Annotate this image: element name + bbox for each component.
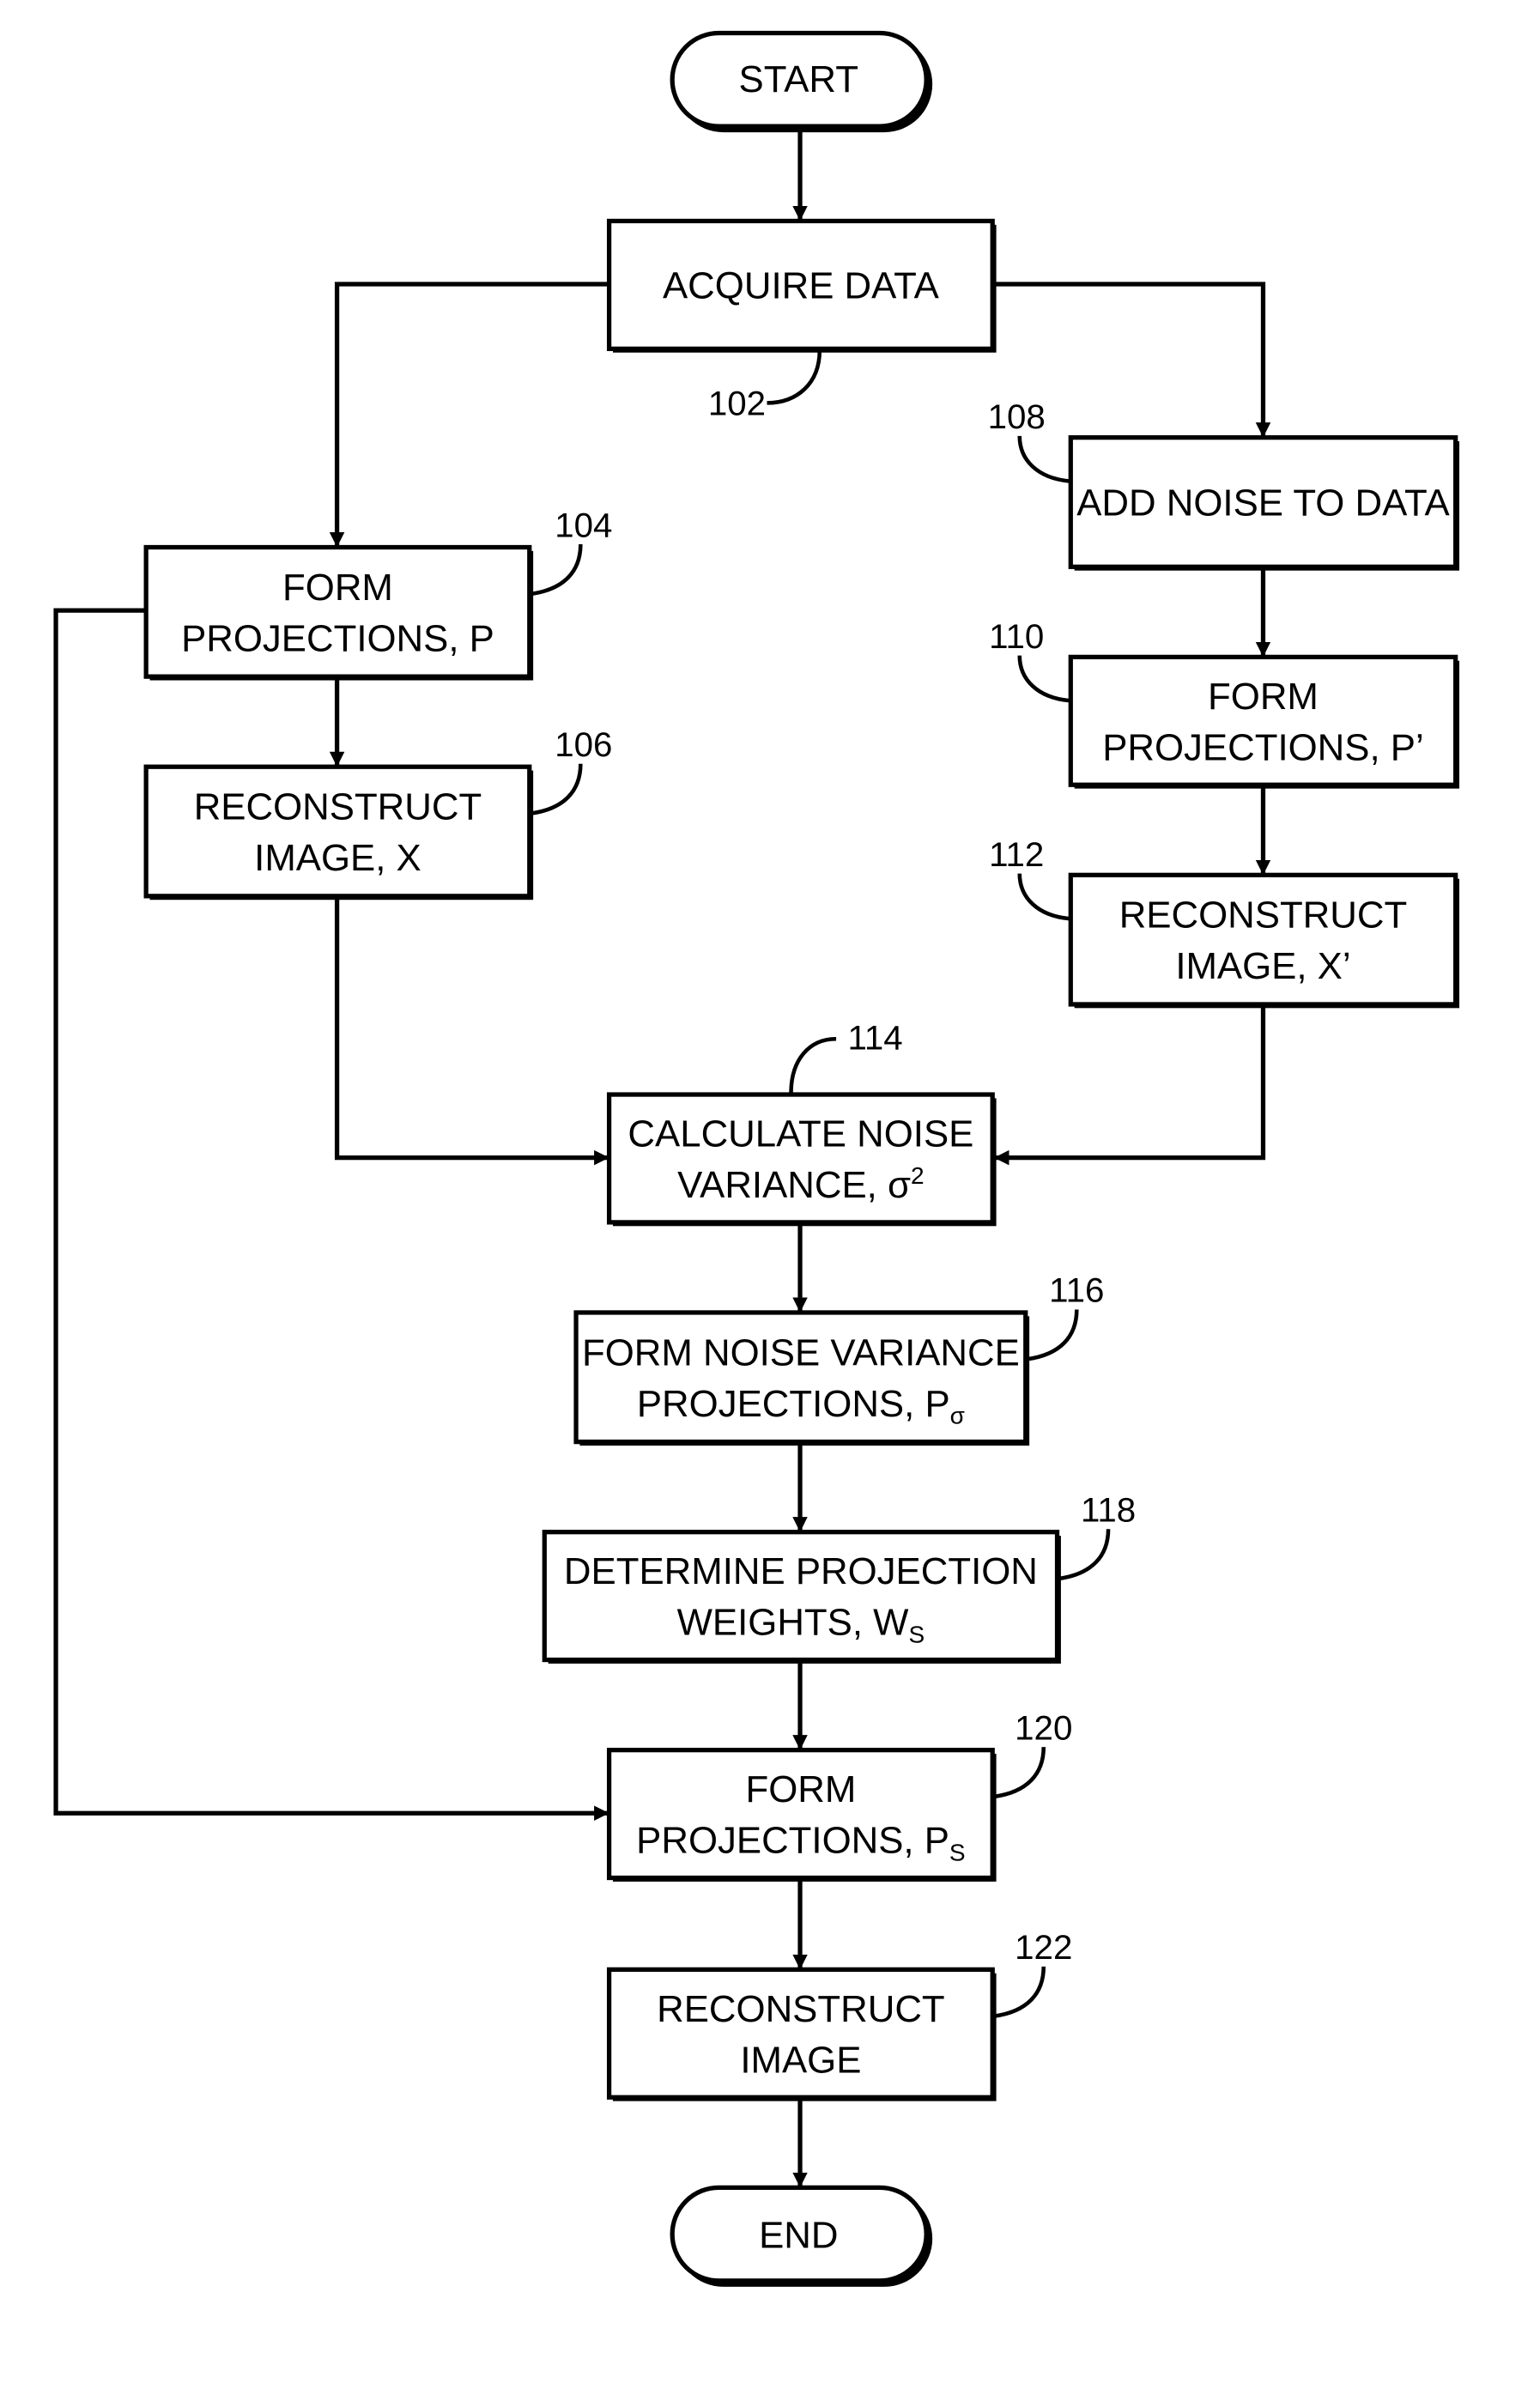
step-label-line: IMAGE, X’ [1175, 945, 1350, 987]
reference-numeral: 112 [989, 835, 1044, 874]
step-label-line: ADD NOISE TO DATA [1076, 482, 1450, 525]
step-label-line: IMAGE, X [254, 837, 421, 879]
step-108: ADD NOISE TO DATA 108 [988, 397, 1460, 571]
step-label-line: IMAGE [740, 2039, 861, 2081]
reference-numeral: 118 [1081, 1490, 1136, 1529]
step-label-line: FORM [282, 567, 393, 609]
reference-leader-line [531, 543, 583, 597]
arrow-106-to-114 [334, 897, 609, 1166]
arrow-112-to-114 [993, 1005, 1266, 1166]
step-102: ACQUIRE DATA 102 [606, 218, 997, 422]
reference-numeral: 108 [988, 397, 1046, 436]
step-label-line: ACQUIRE DATA [663, 265, 940, 307]
reference-leader-line [1058, 1529, 1111, 1581]
reference-numeral: 106 [555, 725, 612, 764]
step-label-line: WEIGHTS, WS [677, 1602, 925, 1648]
steps: ACQUIRE DATA 102 FORM PROJECTIONS, P 104 RECO… [143, 218, 1460, 2101]
step-120: FORM PROJECTIONS, PS 120 [606, 1708, 1072, 1882]
step-label-line: RECONSTRUCT [657, 1988, 945, 2030]
subscript: S [908, 1621, 925, 1647]
reference-leader-line [993, 1747, 1046, 1799]
reference-leader-line [767, 350, 822, 405]
step-122: RECONSTRUCT IMAGE 122 [606, 1928, 1072, 2101]
superscript: 2 [911, 1162, 925, 1189]
subscript: S [949, 1839, 966, 1865]
step-label-line: FORM [1208, 676, 1319, 718]
step-116: FORM NOISE VARIANCE PROJECTIONS, Pσ 116 [573, 1271, 1104, 1446]
step-114: CALCULATE NOISE VARIANCE, σ2 114 [606, 1018, 997, 1227]
step-label-line: CALCULATE NOISE [628, 1113, 973, 1155]
reference-leader-line [993, 1966, 1046, 2018]
reference-numeral: 104 [555, 506, 612, 544]
reference-leader-line [1017, 873, 1070, 921]
subscript: σ [950, 1403, 965, 1429]
step-label-line: DETERMINE PROJECTION [564, 1550, 1038, 1592]
step-label-line: VARIANCE, σ2 [677, 1162, 924, 1206]
reference-numeral: 114 [847, 1018, 902, 1057]
reference-leader-line [1027, 1309, 1079, 1361]
step-label-line: PROJECTIONS, P [181, 617, 494, 659]
start-label: START [739, 58, 858, 100]
step-label-line: PROJECTIONS, PS [636, 1820, 965, 1866]
step-label-line: RECONSTRUCT [1119, 894, 1408, 937]
reference-numeral: 116 [1049, 1271, 1104, 1310]
end-terminal: END [670, 2185, 933, 2287]
step-label-line: FORM NOISE VARIANCE [582, 1331, 1020, 1373]
step-104: FORM PROJECTIONS, P 104 [143, 506, 612, 681]
step-106: RECONSTRUCT IMAGE, X 106 [143, 725, 612, 900]
reference-numeral: 102 [708, 384, 766, 422]
step-label-line: RECONSTRUCT [194, 786, 482, 828]
reference-leader-line [1017, 435, 1070, 483]
flowchart: START ACQUIRE DATA 102 FORM PROJECTIONS, P 1… [53, 30, 1460, 2287]
step-label-line: FORM [745, 1768, 856, 1810]
end-label: END [759, 2214, 838, 2256]
start-terminal: START [670, 30, 933, 133]
reference-leader-line [531, 763, 583, 816]
reference-numeral: 110 [989, 617, 1044, 656]
reference-numeral: 120 [1015, 1708, 1072, 1747]
step-label-line: PROJECTIONS, P’ [1102, 726, 1423, 768]
reference-numeral: 122 [1015, 1928, 1072, 1967]
step-112: RECONSTRUCT IMAGE, X’ 112 [989, 835, 1460, 1009]
reference-leader-line [1017, 655, 1070, 703]
step-110: FORM PROJECTIONS, P’ 110 [989, 617, 1460, 789]
step-118: DETERMINE PROJECTION WEIGHTS, WS 118 [542, 1490, 1136, 1664]
step-label-line: PROJECTIONS, Pσ [637, 1383, 965, 1429]
reference-leader-line [789, 1036, 837, 1094]
